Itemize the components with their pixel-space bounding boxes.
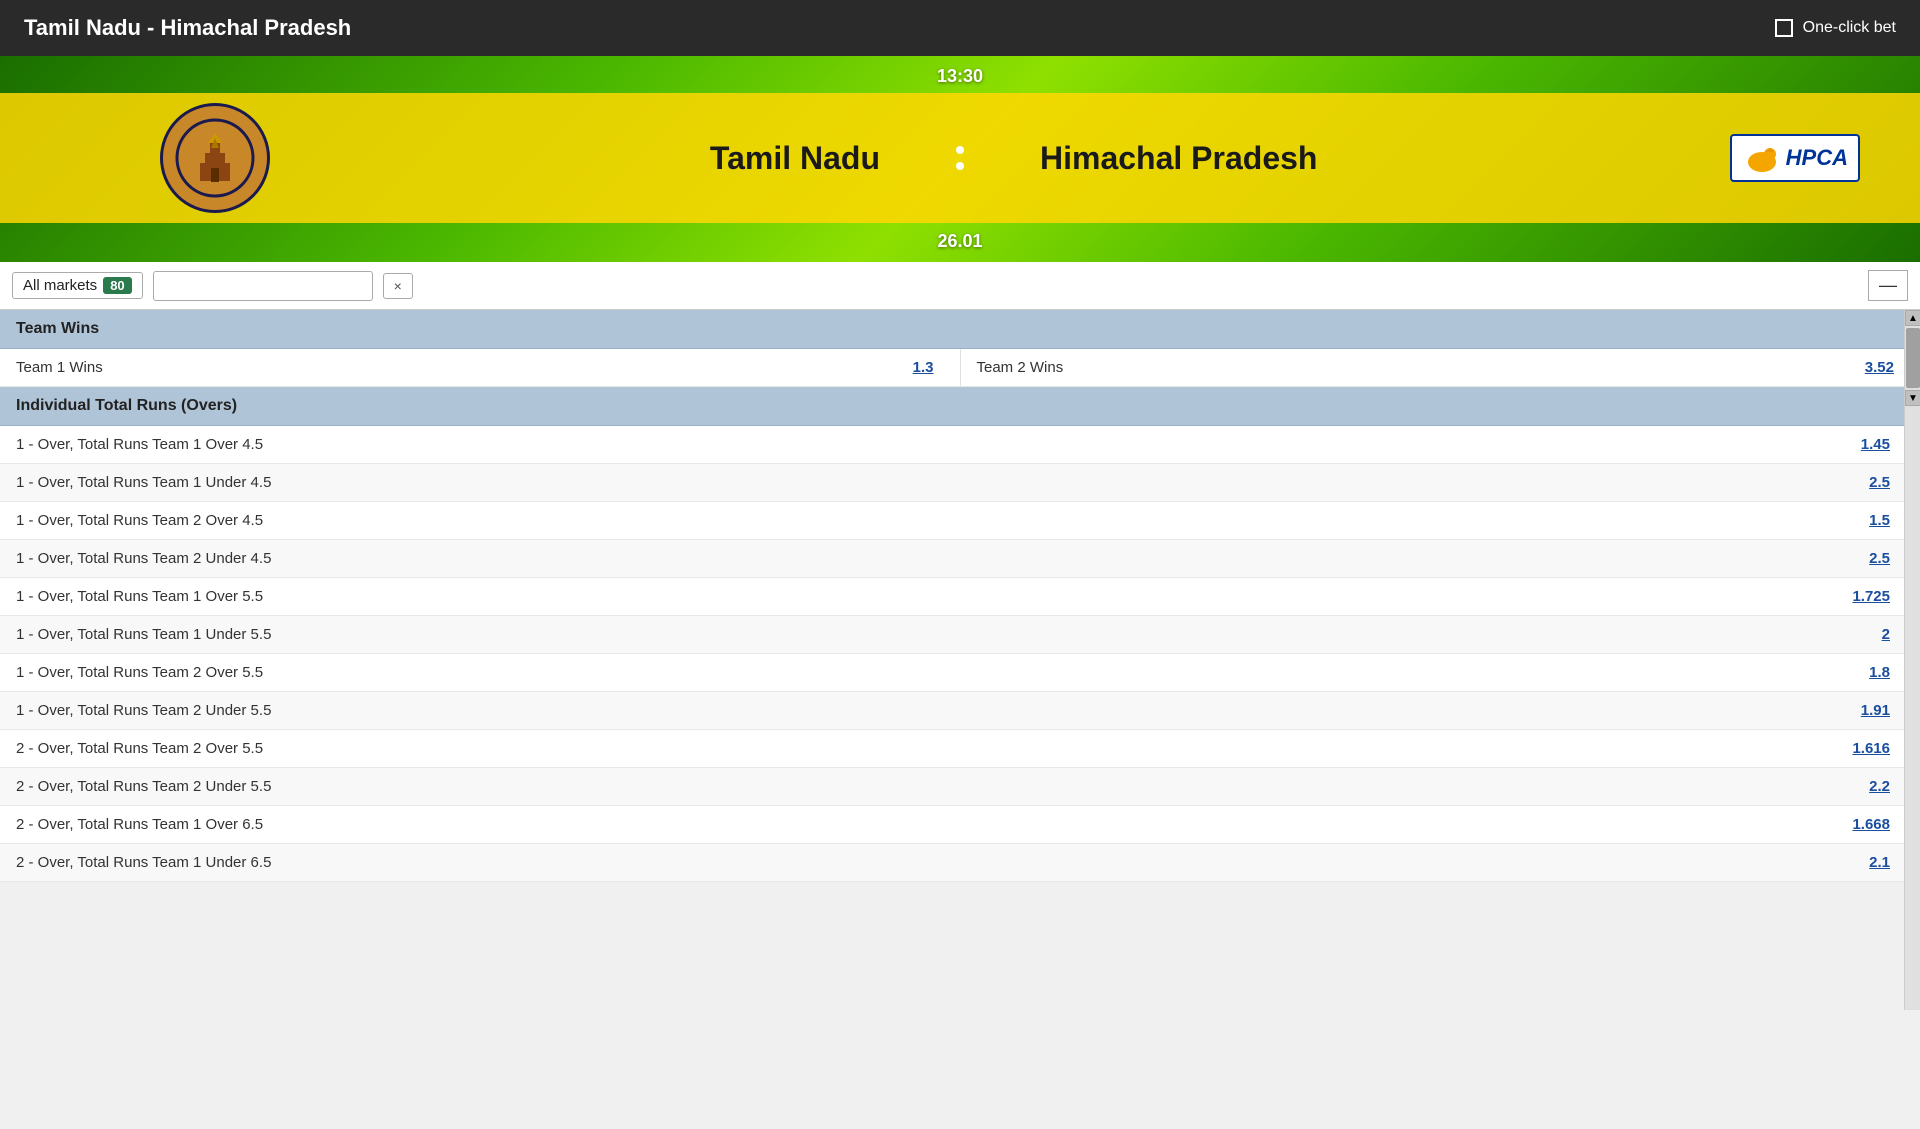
market-row: 1 - Over, Total Runs Team 2 Over 5.5 1.8 [0, 654, 1920, 692]
markets-container: Team Wins Team 1 Wins 1.3 Team 2 Wins 3.… [0, 310, 1920, 882]
all-markets-label: All markets [23, 277, 97, 294]
one-click-checkbox[interactable] [1775, 19, 1793, 37]
header: Tamil Nadu - Himachal Pradesh One-click … [0, 0, 1920, 56]
one-click-bet-section: One-click bet [1775, 19, 1896, 37]
markets-bar: All markets 80 × — [0, 262, 1920, 310]
market-row-name: 1 - Over, Total Runs Team 2 Under 4.5 [0, 540, 1840, 577]
page-title: Tamil Nadu - Himachal Pradesh [24, 15, 351, 41]
market-row: 1 - Over, Total Runs Team 2 Under 5.5 1.… [0, 692, 1920, 730]
market-row: 1 - Over, Total Runs Team 1 Over 5.5 1.7… [0, 578, 1920, 616]
one-click-label: One-click bet [1803, 19, 1896, 37]
market-row-name: 1 - Over, Total Runs Team 1 Under 4.5 [0, 464, 1840, 501]
market-row-name: 2 - Over, Total Runs Team 1 Over 6.5 [0, 806, 1836, 843]
market-row: 1 - Over, Total Runs Team 2 Over 4.5 1.5 [0, 502, 1920, 540]
match-banner: 13:30 Tamil Nadu [0, 56, 1920, 262]
market-row: 1 - Over, Total Runs Team 1 Under 4.5 2.… [0, 464, 1920, 502]
match-divider [940, 93, 980, 223]
market-row: 2 - Over, Total Runs Team 2 Over 5.5 1.6… [0, 730, 1920, 768]
team-wins-row: Team 1 Wins 1.3 Team 2 Wins 3.52 [0, 349, 1920, 387]
team2-logo: HPCA [1730, 134, 1860, 182]
market-row: 2 - Over, Total Runs Team 1 Under 6.5 2.… [0, 844, 1920, 882]
dot1 [956, 146, 964, 154]
market-row-name: 1 - Over, Total Runs Team 1 Over 4.5 [0, 426, 1840, 463]
clear-search-button[interactable]: × [383, 273, 413, 299]
market-row-name: 2 - Over, Total Runs Team 1 Under 6.5 [0, 844, 1840, 881]
teams-section: Tamil Nadu Himachal Pradesh [0, 93, 1920, 223]
team2-wins-name: Team 2 Wins [977, 359, 1865, 376]
team1-wins-name: Team 1 Wins [16, 359, 913, 376]
markets-count-badge: 80 [103, 277, 131, 294]
scrollbar[interactable]: ▲ ▼ [1904, 310, 1920, 1010]
market-row-name: 1 - Over, Total Runs Team 1 Over 5.5 [0, 578, 1836, 615]
match-time: 13:30 [937, 56, 983, 93]
search-input[interactable] [153, 271, 373, 301]
market-row-name: 1 - Over, Total Runs Team 2 Under 5.5 [0, 692, 1840, 729]
market-row-name: 1 - Over, Total Runs Team 1 Under 5.5 [0, 616, 1840, 653]
dot2 [956, 162, 964, 170]
total-runs-rows: 1 - Over, Total Runs Team 1 Over 4.5 1.4… [0, 426, 1920, 882]
market-row-name: 2 - Over, Total Runs Team 2 Under 5.5 [0, 768, 1840, 805]
team2-wins-odds[interactable]: 3.52 [1865, 359, 1894, 376]
market-row: 1 - Over, Total Runs Team 1 Over 4.5 1.4… [0, 426, 1920, 464]
market-row-name: 2 - Over, Total Runs Team 2 Over 5.5 [0, 730, 1836, 767]
section-header-total-runs: Individual Total Runs (Overs) [0, 387, 1920, 426]
team2-wins-cell: Team 2 Wins 3.52 [961, 349, 1920, 386]
all-markets-button[interactable]: All markets 80 [12, 272, 143, 299]
match-score: 26.01 [937, 223, 982, 262]
scroll-up-button[interactable]: ▲ [1905, 310, 1920, 326]
team1-wins-odds[interactable]: 1.3 [913, 359, 934, 376]
team1-logo [160, 103, 270, 213]
market-row-name: 1 - Over, Total Runs Team 2 Over 5.5 [0, 654, 1840, 691]
market-row: 2 - Over, Total Runs Team 2 Under 5.5 2.… [0, 768, 1920, 806]
team1-name: Tamil Nadu [710, 140, 880, 177]
collapse-button[interactable]: — [1868, 270, 1908, 301]
market-row: 1 - Over, Total Runs Team 1 Under 5.5 2 [0, 616, 1920, 654]
team2-block: Himachal Pradesh HPCA [980, 93, 1920, 223]
hpca-text: HPCA [1786, 145, 1848, 171]
team1-block: Tamil Nadu [0, 93, 940, 223]
hpca-logo-box: HPCA [1730, 134, 1860, 182]
team2-name: Himachal Pradesh [1040, 140, 1317, 177]
market-row: 1 - Over, Total Runs Team 2 Under 4.5 2.… [0, 540, 1920, 578]
team1-wins-cell: Team 1 Wins 1.3 [0, 349, 960, 386]
market-row-name: 1 - Over, Total Runs Team 2 Over 4.5 [0, 502, 1840, 539]
section-header-team-wins: Team Wins [0, 310, 1920, 349]
scroll-down-button[interactable]: ▼ [1905, 390, 1920, 406]
market-row: 2 - Over, Total Runs Team 1 Over 6.5 1.6… [0, 806, 1920, 844]
scroll-thumb[interactable] [1906, 328, 1920, 388]
